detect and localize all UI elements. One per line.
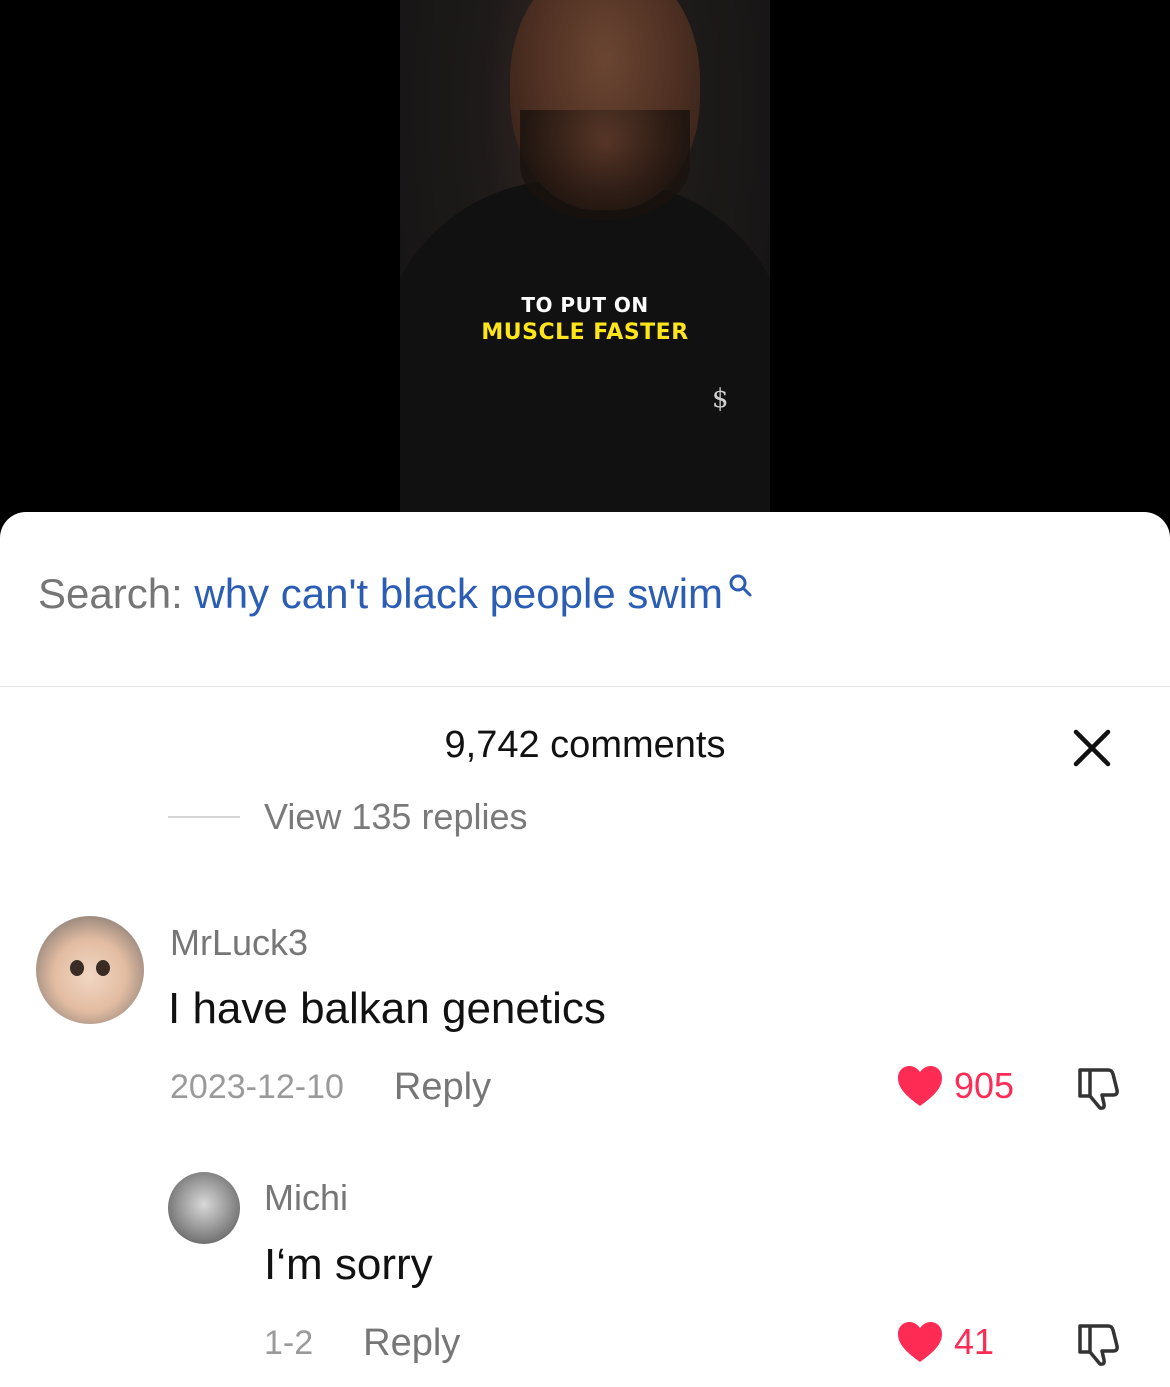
comment-text: I‘m sorry [264,1240,433,1289]
comment-meta: 1-2 Reply [264,1322,460,1365]
video-frame[interactable]: TO PUT ON MUSCLE FASTER $ [400,0,770,530]
search-query-link[interactable]: why can't black people swim [194,570,723,617]
comment-date: 2023-12-10 [170,1068,344,1106]
comment-date: 1-2 [264,1324,314,1362]
dislike-icon[interactable] [1074,1320,1122,1368]
comment-username[interactable]: MrLuck3 [170,922,308,964]
comment-text: I have balkan genetics [168,984,606,1033]
divider [0,686,1170,687]
dislike-icon[interactable] [1074,1064,1122,1112]
comment-username[interactable]: Michi [264,1177,348,1219]
search-suggestion[interactable]: Search: why can't black people swim [38,570,755,618]
reply-button[interactable]: Reply [363,1322,460,1365]
like-button[interactable]: 41 [896,1320,994,1364]
video-subject-beard [520,110,690,220]
comment-meta: 2023-12-10 Reply [170,1066,491,1109]
avatar[interactable] [168,1172,240,1244]
video-subject-shirt [400,180,770,530]
search-icon [729,574,752,597]
reply-button[interactable]: Reply [394,1066,491,1109]
avatar-eye [96,960,110,976]
comments-sheet: Search: why can't black people swim 9,74… [0,512,1170,1387]
video-player[interactable]: TO PUT ON MUSCLE FASTER $ [0,0,1170,530]
replies-line [168,816,240,818]
avatar-eye [70,960,84,976]
heart-icon [898,1322,942,1362]
heart-icon [898,1066,942,1106]
view-replies-button[interactable]: View 135 replies [168,796,528,838]
avatar[interactable] [36,916,144,1024]
shirt-logo: $ [712,384,729,414]
view-replies-label: View 135 replies [264,796,528,837]
video-caption-line1: TO PUT ON [521,293,649,317]
comments-count: 9,742 comments [444,724,726,766]
like-count: 41 [954,1321,995,1362]
search-prefix: Search: [38,570,183,617]
close-icon[interactable] [1070,726,1114,770]
like-button[interactable]: 905 [896,1064,1014,1108]
like-count: 905 [954,1065,1015,1106]
video-caption-line2: MUSCLE FASTER [481,320,689,345]
